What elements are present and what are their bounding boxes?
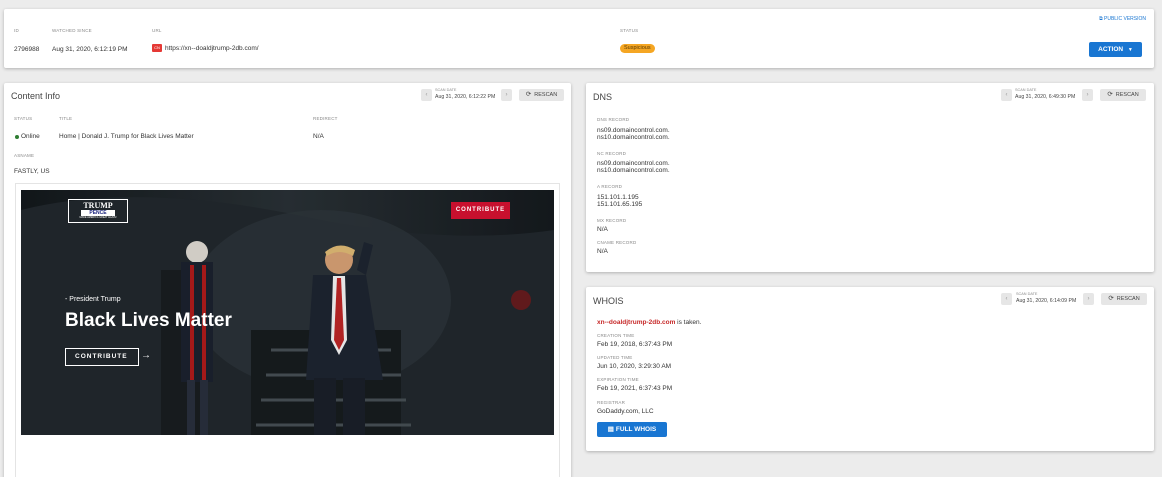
hero-subtitle: - President Trump xyxy=(65,296,121,303)
ns-record-1: ns09.domaincontrol.com. xyxy=(597,127,670,134)
next-scan-button[interactable]: › xyxy=(501,89,512,101)
hero-contribute-button: CONTRIBUTE xyxy=(65,348,139,366)
scan-date-label: SCAN DATE xyxy=(435,88,457,92)
watched-since-value: Aug 31, 2020, 6:12:19 PM xyxy=(52,46,128,53)
updated-time-label: UPDATED TIME xyxy=(597,355,633,360)
header-id: ID xyxy=(14,28,19,33)
whois-domain: xn--doaldjtrump-2db.com xyxy=(597,319,676,326)
expiration-time-label: EXPIRATION TIME xyxy=(597,377,639,382)
nc-record-label: NC RECORD xyxy=(597,151,627,156)
header-status: STATUS xyxy=(14,116,33,121)
page-title-value: Home | Donald J. Trump for Black Lives M… xyxy=(59,133,194,140)
ns-record-label: DNS RECORD xyxy=(597,117,630,122)
hero-contribute-label: CONTRIBUTE xyxy=(75,353,128,360)
cname-record-value: N/A xyxy=(597,248,608,255)
refresh-icon: ⟳ xyxy=(525,91,532,98)
scan-date-value: Aug 31, 2020, 6:12:22 PM xyxy=(435,94,496,100)
next-scan-button[interactable]: › xyxy=(1082,89,1093,101)
document-icon: ▤ xyxy=(607,426,614,433)
summary-card: ⧉ PUBLIC VERSION ID WATCHED SINCE URL ST… xyxy=(4,9,1154,68)
rescan-button[interactable]: ⟳ RESCAN xyxy=(1100,89,1146,101)
logo-line-1: TRUMP xyxy=(83,201,113,210)
logo-line-3: MAKE AMERICA GREAT AGAIN! xyxy=(79,216,117,219)
action-label: ACTION xyxy=(1098,46,1124,53)
chevron-right-icon: › xyxy=(505,92,508,98)
status-badge: Suspicious xyxy=(620,44,655,53)
refresh-icon: ⟳ xyxy=(1108,295,1114,302)
prev-scan-button[interactable]: ‹ xyxy=(1001,89,1012,101)
url-link[interactable]: https://xn--doaldjtrump-2db.com/ xyxy=(165,45,259,52)
chevron-left-icon: ‹ xyxy=(425,92,428,98)
chevron-left-icon: ‹ xyxy=(1005,92,1008,98)
a-record-label: A RECORD xyxy=(597,184,623,189)
whois-domain-line: xn--doaldjtrump-2db.com is taken. xyxy=(597,319,701,326)
prev-scan-button[interactable]: ‹ xyxy=(1001,293,1012,305)
content-info-card: Content Info ‹ SCAN DATE Aug 31, 2020, 6… xyxy=(4,83,571,477)
whois-card: WHOIS ‹ SCAN DATE Aug 31, 2020, 6:14:09 … xyxy=(586,287,1154,451)
dns-title: DNS xyxy=(593,92,613,102)
next-scan-button[interactable]: › xyxy=(1083,293,1094,305)
rescan-label: RESCAN xyxy=(1116,296,1140,302)
asname-value: FASTLY, US xyxy=(14,168,50,175)
campaign-logo: TRUMP PENCE MAKE AMERICA GREAT AGAIN! xyxy=(68,199,128,223)
a-record-1: 151.101.1.195 xyxy=(597,194,639,201)
chevron-right-icon: › xyxy=(1086,92,1089,98)
header-asname: ASNAME xyxy=(14,153,35,158)
refresh-icon: ⟳ xyxy=(1107,91,1113,98)
site-screenshot: TRUMP PENCE MAKE AMERICA GREAT AGAIN! CO… xyxy=(21,190,554,435)
caret-down-icon: ▼ xyxy=(1127,47,1133,53)
scan-date-label: SCAN DATE xyxy=(1016,292,1038,296)
scan-date-label: SCAN DATE xyxy=(1015,88,1037,92)
cn-flag-icon: CN xyxy=(152,44,162,52)
whois-title: WHOIS xyxy=(593,296,624,306)
header-watched-since: WATCHED SINCE xyxy=(52,28,92,33)
nc-record-1: ns09.domaincontrol.com. xyxy=(597,160,670,167)
mx-record-value: N/A xyxy=(597,226,608,233)
expiration-time-value: Feb 19, 2021, 6:37:43 PM xyxy=(597,385,673,392)
dns-card: DNS ‹ SCAN DATE Aug 31, 2020, 6:49:30 PM… xyxy=(586,83,1154,272)
rescan-button[interactable]: ⟳ RESCAN xyxy=(519,89,564,101)
nc-record-2: ns10.domaincontrol.com. xyxy=(597,167,670,174)
header-title: TITLE xyxy=(59,116,73,121)
header-url: URL xyxy=(152,28,162,33)
hero-headline: Black Lives Matter xyxy=(65,310,232,331)
scan-date-value: Aug 31, 2020, 6:14:09 PM xyxy=(1016,298,1077,304)
rescan-label: RESCAN xyxy=(1115,92,1139,98)
header-status: STATUS xyxy=(620,28,639,33)
chevron-left-icon: ‹ xyxy=(1005,296,1008,302)
record-id: 2796988 xyxy=(14,46,40,53)
cname-record-label: CNAME RECORD xyxy=(597,240,637,245)
mx-record-label: MX RECORD xyxy=(597,218,627,223)
public-version-label: PUBLIC VERSION xyxy=(1104,16,1146,22)
public-version-link[interactable]: ⧉ PUBLIC VERSION xyxy=(1099,16,1146,22)
content-info-title: Content Info xyxy=(11,91,61,101)
full-whois-button[interactable]: ▤ FULL WHOIS xyxy=(597,422,667,437)
full-whois-label: FULL WHOIS xyxy=(615,426,657,433)
updated-time-value: Jun 10, 2020, 3:29:30 AM xyxy=(597,363,672,370)
creation-time-label: CREATION TIME xyxy=(597,333,635,338)
whois-taken-text: is taken. xyxy=(677,319,702,326)
scan-date-value: Aug 31, 2020, 6:49:30 PM xyxy=(1015,94,1076,100)
status-value: Online xyxy=(21,133,40,140)
redirect-value: N/A xyxy=(313,133,324,140)
rescan-label: RESCAN xyxy=(534,92,558,98)
creation-time-value: Feb 19, 2018, 6:37:43 PM xyxy=(597,341,673,348)
header-redirect: REDIRECT xyxy=(313,116,338,121)
contribute-top-button: CONTRIBUTE xyxy=(451,202,510,219)
rescan-button[interactable]: ⟳ RESCAN xyxy=(1101,293,1147,305)
chevron-right-icon: › xyxy=(1087,296,1090,302)
registrar-label: REGISTRAR xyxy=(597,400,626,405)
registrar-value: GoDaddy.com, LLC xyxy=(597,408,654,415)
arrow-right-icon: → xyxy=(141,350,151,361)
online-dot-icon xyxy=(15,135,19,139)
prev-scan-button[interactable]: ‹ xyxy=(421,89,432,101)
action-button[interactable]: ACTION ▼ xyxy=(1089,42,1142,57)
ns-record-2: ns10.domaincontrol.com. xyxy=(597,134,670,141)
a-record-2: 151.101.65.195 xyxy=(597,201,643,208)
